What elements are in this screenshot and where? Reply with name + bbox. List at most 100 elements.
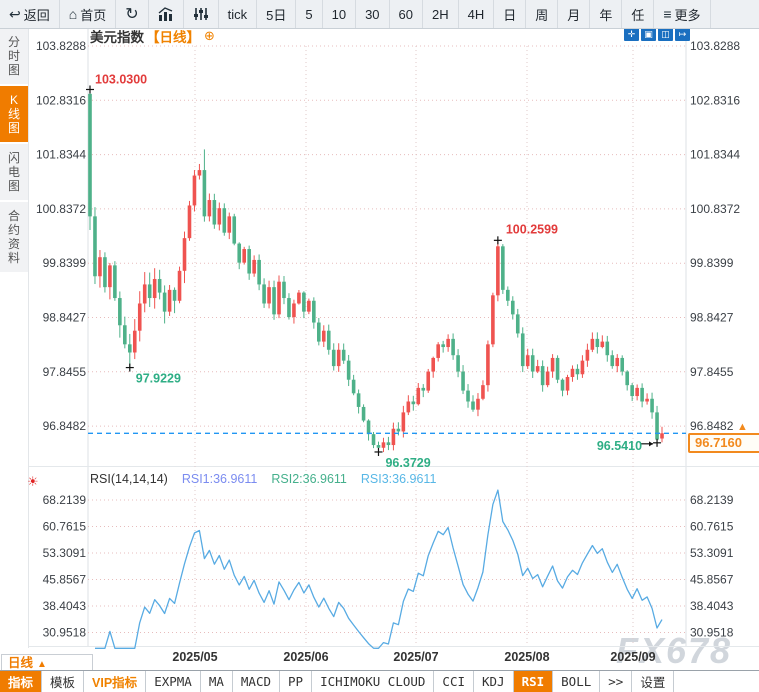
interval-tick-button[interactable]: tick: [219, 0, 258, 28]
candle-body: [128, 344, 132, 352]
candle-body: [153, 279, 157, 298]
price-axis-label-left: 101.8344: [36, 148, 86, 162]
tab-expma[interactable]: EXPMA: [146, 671, 201, 692]
sidebar-item-kline-chart[interactable]: K线图: [0, 86, 28, 144]
add-overlay-icon[interactable]: ⊕: [204, 28, 215, 44]
rsi-axis-label-left: 45.8567: [43, 573, 87, 587]
candle-body: [421, 388, 425, 391]
sidebar-item-lightning-chart-label: 闪电图: [7, 151, 21, 193]
candle-body: [342, 350, 346, 361]
candle-body: [272, 287, 276, 314]
sidebar-item-lightning-chart[interactable]: 闪电图: [0, 144, 28, 202]
candle-body: [118, 298, 122, 325]
candle-body: [436, 344, 440, 358]
candle-body: [630, 385, 634, 396]
rsi1-value-label: RSI1:36.9611: [182, 472, 258, 486]
tab-pp[interactable]: PP: [280, 671, 312, 692]
candle-body: [561, 380, 565, 391]
interval-5-button[interactable]: 5: [296, 0, 322, 28]
interval-day-button-label: 日: [503, 5, 516, 24]
interval-month-button-label: 月: [567, 5, 580, 24]
interval-10-button[interactable]: 10: [323, 0, 356, 28]
tab-kdj[interactable]: KDJ: [474, 671, 514, 692]
candle-body: [407, 401, 411, 412]
interval-month-button[interactable]: 月: [558, 0, 590, 28]
more-button[interactable]: ≡更多: [654, 0, 710, 28]
rsi-axis-label-right: 38.4043: [690, 599, 734, 613]
candle-body: [581, 361, 585, 375]
tab-rsi[interactable]: RSI: [514, 671, 554, 692]
fullscreen-icon[interactable]: ▣: [641, 27, 656, 41]
sidebar-item-time-chart[interactable]: 分时图: [0, 28, 28, 86]
interval-5d-button[interactable]: 5日: [257, 0, 296, 28]
candle-body: [262, 284, 266, 303]
rsi-axis-label-left: 68.2139: [43, 493, 87, 507]
interval-week-button-label: 周: [535, 5, 548, 24]
tab-settings[interactable]: 设置: [632, 671, 674, 692]
tab-template[interactable]: 模板: [42, 671, 84, 692]
main-chart-canvas[interactable]: 103.8288103.8288102.8316102.8316101.8344…: [0, 0, 759, 692]
candle-body: [367, 421, 371, 435]
rsi-axis-label-right: 68.2139: [690, 493, 734, 507]
price-axis-label-left: 96.8482: [43, 419, 87, 433]
candle-body: [451, 339, 455, 355]
tab-vip-indicator[interactable]: VIP指标: [84, 671, 146, 692]
candle-body: [496, 246, 500, 295]
sidebar-item-contract-info[interactable]: 合约资料: [0, 202, 28, 274]
tab-indicator[interactable]: 指标: [0, 671, 42, 692]
candle-body: [476, 399, 480, 410]
candle-body: [615, 358, 619, 366]
tab-more-indicators[interactable]: >>: [600, 671, 632, 692]
interval-2h-button[interactable]: 2H: [423, 0, 459, 28]
interval-60-button[interactable]: 60: [390, 0, 423, 28]
tab-macd[interactable]: MACD: [233, 671, 280, 692]
tab-ichimoku-cloud[interactable]: ICHIMOKU CLOUD: [312, 671, 434, 692]
interval-custom-button-label: 任: [631, 5, 644, 24]
tab-boll[interactable]: BOLL: [553, 671, 600, 692]
pan-right-icon[interactable]: ↦: [675, 27, 690, 41]
chart-title: 美元指数: [90, 26, 144, 46]
candle-body: [416, 388, 420, 404]
refresh-icon: ↻: [125, 4, 138, 24]
interval-custom-button[interactable]: 任: [622, 0, 654, 28]
home-button[interactable]: ⌂首页: [60, 0, 116, 28]
interval-4h-button[interactable]: 4H: [459, 0, 495, 28]
price-axis-label-left: 99.8399: [43, 256, 87, 270]
indicator-settings-icon[interactable]: ☀: [27, 474, 39, 490]
interval-30-button[interactable]: 30: [356, 0, 389, 28]
candle-body: [158, 279, 162, 293]
candle-body: [516, 314, 520, 333]
candle-body: [307, 301, 311, 312]
price-up-arrow-icon[interactable]: ▲: [737, 421, 748, 433]
candle-body: [521, 333, 525, 366]
refresh-button[interactable]: ↻: [116, 0, 148, 28]
x-axis-label-202509: 2025/09: [610, 650, 655, 664]
tab-ma[interactable]: MA: [201, 671, 233, 692]
price-axis-label-right: 101.8344: [690, 148, 740, 162]
interval-day-button[interactable]: 日: [494, 0, 526, 28]
bar-chart-icon: [158, 7, 174, 21]
sidebar-item-kline-chart-label: K线图: [7, 93, 21, 135]
bar-chart-button[interactable]: [149, 0, 184, 28]
interval-year-button[interactable]: 年: [590, 0, 622, 28]
rsi-axis-label-right: 30.9518: [690, 626, 734, 640]
candle-body: [242, 249, 246, 263]
price-axis-label-right: 103.8288: [690, 39, 740, 53]
interval-week-button[interactable]: 周: [526, 0, 558, 28]
indicator-toolbar: 指标模板VIP指标EXPMAMAMACDPPICHIMOKU CLOUDCCIK…: [0, 670, 759, 692]
candle-body: [412, 401, 416, 404]
scale-icon[interactable]: ◫: [658, 27, 673, 41]
x-axis-label-202507: 2025/07: [393, 650, 438, 664]
volume-sliders-button[interactable]: [184, 0, 219, 28]
rsi3-value-label: RSI3:36.9611: [361, 472, 437, 486]
candle-body: [173, 290, 177, 301]
annotation-low-97-9229: 97.9229: [136, 372, 181, 386]
back-arrow-icon: ↩: [9, 6, 21, 23]
candle-body: [551, 358, 555, 372]
chart-tool-buttons: ✛▣◫↦: [624, 27, 692, 41]
tab-cci[interactable]: CCI: [434, 671, 474, 692]
rsi-header: RSI(14,14,14) RSI1:36.9611RSI2:36.9611RS…: [90, 471, 436, 487]
crosshair-icon[interactable]: ✛: [624, 27, 639, 41]
candle-body: [605, 342, 609, 356]
back-button[interactable]: ↩返回: [0, 0, 60, 28]
